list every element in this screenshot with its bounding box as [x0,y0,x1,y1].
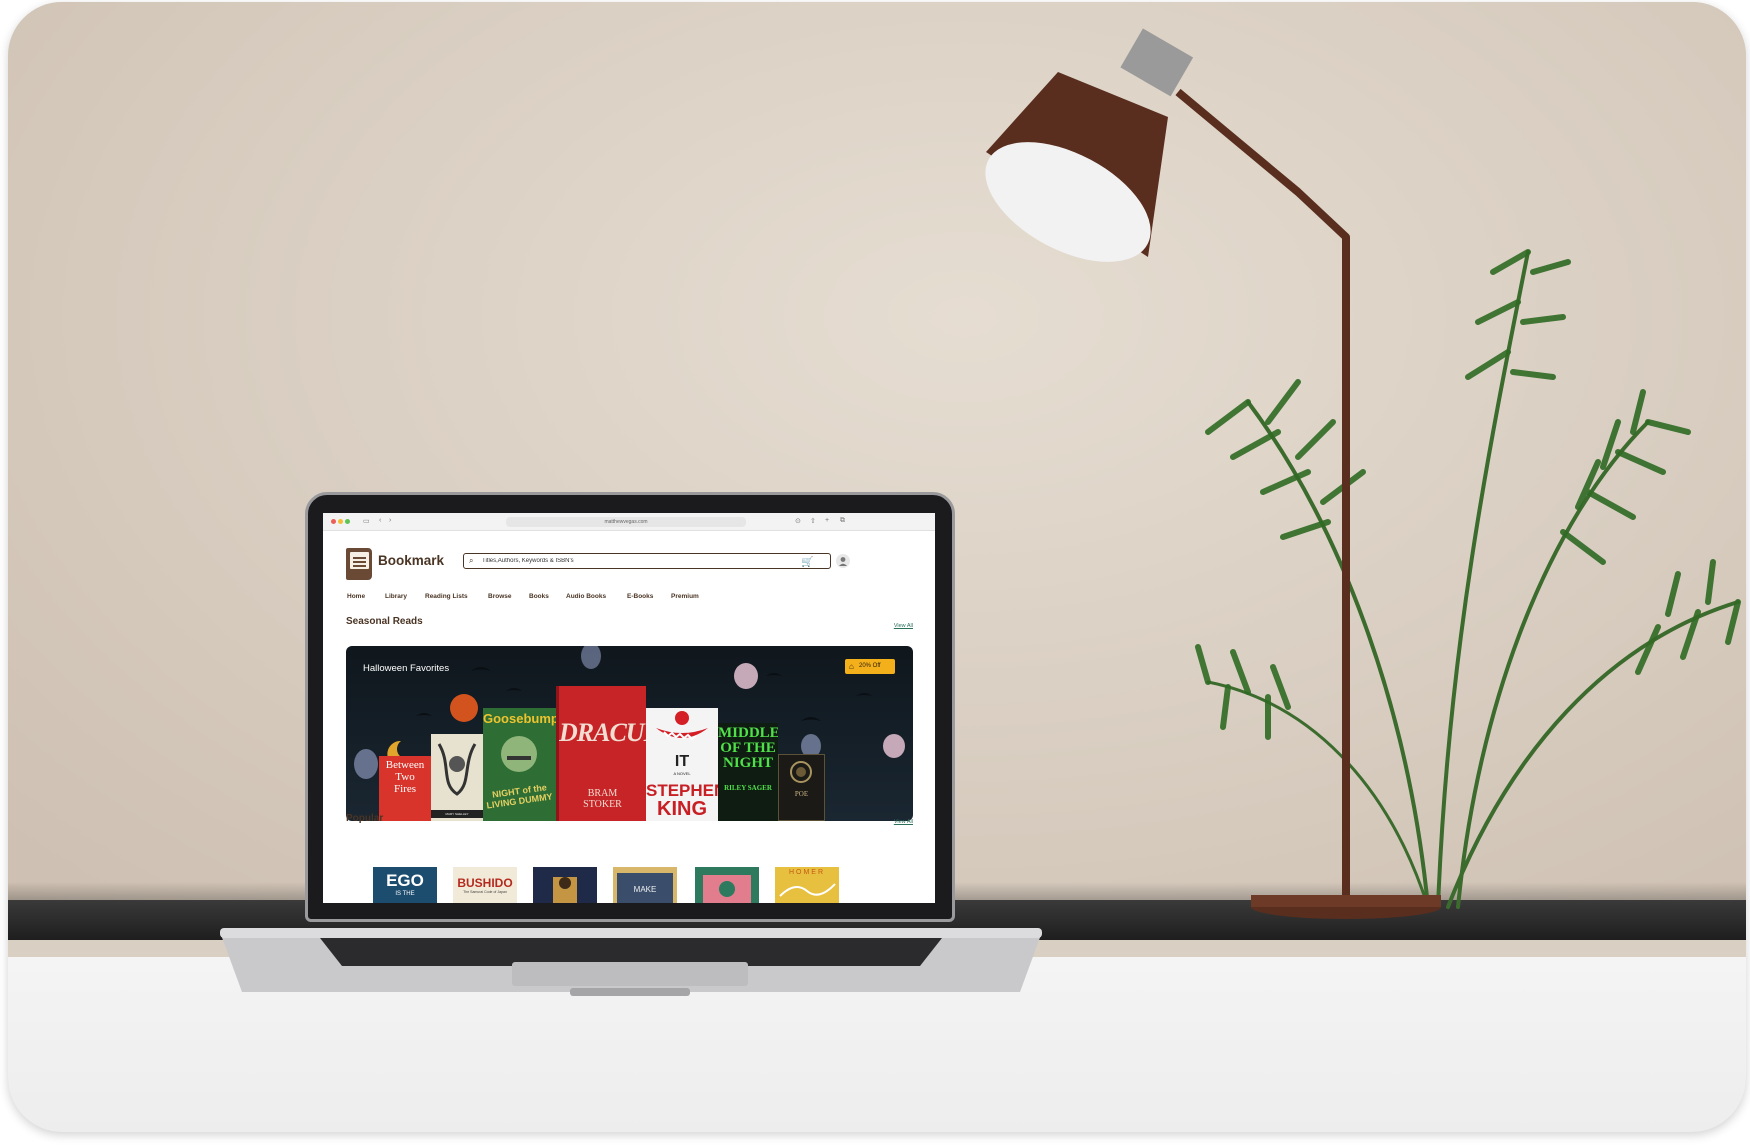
back-arrow-icon[interactable]: ‹ [379,517,381,524]
site-brand[interactable]: Bookmark [378,553,444,568]
popular-book-5[interactable] [695,867,759,903]
halloween-banner[interactable]: Halloween Favorites ⌂ 20% Off Between Two… [346,646,913,821]
download-icon[interactable]: ⊙ [795,517,801,525]
nav-books[interactable]: Books [529,593,549,600]
share-icon[interactable]: ⇧ [810,517,816,525]
book-cover-it[interactable]: IT A NOVEL STEPHEN KING [646,708,718,821]
seasonal-view-all-link[interactable]: View All [894,623,913,629]
nav-home[interactable]: Home [347,593,365,600]
minimize-window-dot[interactable] [338,519,343,524]
nav-premium[interactable]: Premium [671,593,699,600]
book-cover-goosebumps[interactable]: Goosebumps NIGHT of the LIVING DUMMY [483,708,556,821]
cover-illustration [437,743,477,796]
photo-frame: ▭ ‹ › matthewvegas.com ⊙ ⇧ + ⧉ Bookmark … [8,2,1746,1132]
sidebar-icon[interactable]: ▭ [363,517,370,525]
popular-book-ego-is-the-enemy[interactable]: EGO IS THE [373,867,437,903]
laptop-screen: ▭ ‹ › matthewvegas.com ⊙ ⇧ + ⧉ Bookmark … [323,513,935,903]
cover-ornament [790,761,812,783]
tabs-overview-icon[interactable]: ⧉ [840,517,845,525]
cover-illustration [703,875,751,903]
mockup-scene: ▭ ‹ › matthewvegas.com ⊙ ⇧ + ⧉ Bookmark … [0,0,1750,1148]
seasonal-reads-title: Seasonal Reads [346,616,423,627]
popular-book-make[interactable]: MAKE [613,867,677,903]
url-bar[interactable]: matthewvegas.com [506,517,746,527]
book-cover-middle-of-the-night[interactable]: MIDDLE OF THE NIGHT RILEY SAGER [718,723,778,821]
cart-icon[interactable]: 🛒 [801,557,813,568]
search-icon: ⌕ [469,556,474,565]
popular-book-3[interactable] [533,867,597,903]
nav-audio-books[interactable]: Audio Books [566,593,606,600]
nav-library[interactable]: Library [385,593,407,600]
close-window-dot[interactable] [331,519,336,524]
cover-illustration [501,736,537,772]
banner-title: Halloween Favorites [363,663,450,674]
cover-illustration [553,877,577,903]
popular-title: Popular [346,813,384,824]
nav-e-books[interactable]: E-Books [627,593,653,600]
search-bar[interactable]: ⌕ [463,553,831,569]
bookmark-logo-icon[interactable] [346,548,372,580]
price-tag-icon: ⌂ [849,662,854,671]
book-cover-frankenstein[interactable]: MARY SHELLEY [431,734,483,821]
plant-illustration [1195,249,1741,909]
nav-reading-lists[interactable]: Reading Lists [425,593,468,600]
popular-book-homer[interactable]: HOMER [775,867,839,903]
cover-illustration [779,883,836,897]
book-cover-between-two-fires[interactable]: Between Two Fires [379,756,431,821]
book-cover-poe[interactable]: POE [778,754,825,821]
search-input[interactable] [482,556,822,566]
popular-view-all-link[interactable]: View All [894,819,913,825]
book-cover-dracula[interactable]: DRACULA BRAM STOKER [556,686,646,821]
floor-lamp [985,28,1441,919]
laptop-base [220,928,1042,996]
clown-smile-illustration [656,711,708,741]
user-account-icon[interactable] [836,554,850,568]
popular-book-bushido[interactable]: BUSHIDO The Samurai Code of Japan [453,867,517,903]
new-tab-icon[interactable]: + [825,517,829,524]
forward-arrow-icon[interactable]: › [389,517,391,524]
nav-browse[interactable]: Browse [488,593,511,600]
browser-toolbar: ▭ ‹ › matthewvegas.com ⊙ ⇧ + ⧉ [323,513,935,531]
maximize-window-dot[interactable] [345,519,350,524]
discount-badge: ⌂ 20% Off [845,659,895,674]
